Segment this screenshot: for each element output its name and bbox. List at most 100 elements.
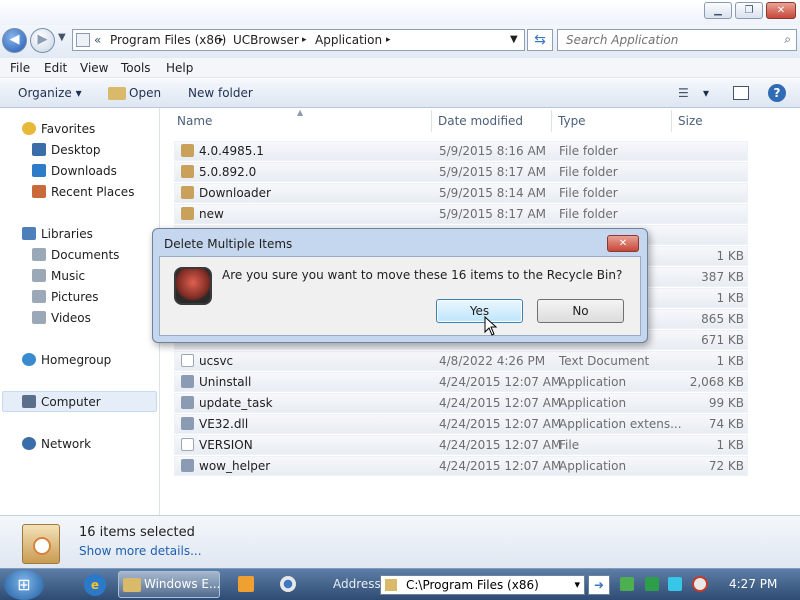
file-name: update_task: [199, 396, 273, 410]
no-button[interactable]: No: [537, 299, 624, 323]
music-icon: [32, 269, 46, 282]
menu-help[interactable]: Help: [166, 61, 193, 75]
breadcrumb-program-files[interactable]: Program Files (x86): [110, 33, 226, 47]
explorer-folder-icon: [123, 578, 141, 592]
file-size: 865 KB: [701, 312, 744, 326]
file-name: VERSION: [199, 438, 253, 452]
dialog-close-button[interactable]: ✕: [607, 235, 639, 252]
nav-pictures[interactable]: Pictures: [32, 290, 99, 304]
document-icon: [181, 438, 194, 451]
nav-favorites[interactable]: Favorites: [22, 122, 95, 136]
breadcrumb-separator-icon[interactable]: ▸: [302, 35, 307, 45]
file-row[interactable]: Downloader 5/9/2015 8:14 AM File folder: [174, 183, 748, 203]
internet-explorer-icon[interactable]: e: [84, 574, 106, 596]
file-row[interactable]: new 5/9/2015 8:17 AM File folder: [174, 204, 748, 224]
close-window-button[interactable]: ✕: [766, 2, 796, 19]
file-size: 1 KB: [716, 438, 744, 452]
file-date: 4/24/2015 12:07 AM: [439, 438, 562, 452]
file-date: 4/24/2015 12:07 AM: [439, 375, 562, 389]
file-size: 1 KB: [716, 354, 744, 368]
display-tray-icon[interactable]: [668, 577, 682, 591]
file-row[interactable]: VERSION 4/24/2015 12:07 AM File 1 KB: [174, 435, 748, 455]
taskbar-explorer-window[interactable]: Windows E...: [118, 571, 220, 598]
network-tray-icon[interactable]: [645, 577, 659, 591]
breadcrumb-separator-icon[interactable]: ▸: [386, 35, 391, 45]
menu-file[interactable]: File: [10, 61, 30, 75]
file-name: new: [199, 207, 224, 221]
media-player-icon[interactable]: [238, 576, 254, 592]
folder-location-icon: [76, 33, 90, 47]
file-name: Downloader: [199, 186, 271, 200]
taskbar-address-input[interactable]: C:\Program Files (x86) ▾: [380, 575, 585, 595]
menu-tools[interactable]: Tools: [121, 61, 151, 75]
column-divider: [431, 110, 432, 132]
nav-libraries[interactable]: Libraries: [22, 227, 93, 241]
file-row[interactable]: VE32.dll 4/24/2015 12:07 AM Application ex…: [174, 414, 748, 434]
minimize-button[interactable]: ▁: [704, 2, 732, 19]
address-dropdown-icon[interactable]: ▼: [510, 34, 518, 45]
address-bar[interactable]: « Program Files (x86) ▸ UCBrowser ▸ Appl…: [72, 29, 525, 51]
view-dropdown-icon[interactable]: ▾: [703, 86, 709, 100]
folder-icon: [181, 165, 194, 178]
column-header-size[interactable]: Size: [678, 114, 703, 128]
breadcrumb-overflow[interactable]: «: [94, 33, 101, 47]
file-row[interactable]: wow_helper 4/24/2015 12:07 AM Application 7…: [174, 456, 748, 476]
preview-pane-icon[interactable]: [733, 86, 749, 100]
file-row[interactable]: 4.0.4985.1 5/9/2015 8:16 AM File folder: [174, 141, 748, 161]
file-row[interactable]: 5.0.892.0 5/9/2015 8:17 AM File folder: [174, 162, 748, 182]
nav-recent-places[interactable]: Recent Places: [32, 185, 134, 199]
nav-music[interactable]: Music: [32, 269, 85, 283]
open-button[interactable]: Open: [129, 86, 161, 100]
show-more-details-link[interactable]: Show more details...: [79, 544, 202, 558]
back-button[interactable]: ◀: [2, 28, 27, 53]
file-name: ucsvc: [199, 354, 234, 368]
nav-homegroup[interactable]: Homegroup: [22, 353, 111, 367]
breadcrumb-application[interactable]: Application: [315, 33, 382, 47]
forward-button[interactable]: ▶: [30, 28, 55, 53]
file-row[interactable]: Uninstall 4/24/2015 12:07 AM Application 2,…: [174, 372, 748, 392]
videos-icon: [32, 311, 46, 324]
search-icon[interactable]: ⌕: [784, 32, 791, 47]
navigation-pane: Favorites Desktop Downloads Recent Place…: [0, 108, 160, 515]
address-dropdown-icon[interactable]: ▾: [574, 578, 580, 591]
file-type: Application extens...: [559, 417, 682, 431]
volume-tray-icon[interactable]: [692, 576, 708, 592]
view-options-icon[interactable]: ☰: [678, 86, 689, 100]
nav-network[interactable]: Network: [22, 437, 91, 451]
browser-taskbar-icon[interactable]: [280, 576, 296, 592]
column-header-date[interactable]: Date modified: [438, 114, 523, 128]
nav-computer[interactable]: Computer: [22, 395, 101, 409]
address-folder-icon: [385, 579, 397, 591]
nav-downloads[interactable]: Downloads: [32, 164, 117, 178]
organize-button[interactable]: Organize ▾: [18, 86, 82, 100]
nav-documents[interactable]: Documents: [32, 248, 119, 262]
help-icon[interactable]: ?: [768, 84, 786, 102]
nav-desktop[interactable]: Desktop: [32, 143, 101, 157]
file-row[interactable]: ucsvc 4/8/2022 4:26 PM Text Document 1 KB: [174, 351, 748, 371]
taskbar-clock[interactable]: 4:27 PM: [729, 577, 777, 591]
action-center-icon[interactable]: [620, 577, 634, 591]
yes-button[interactable]: Yes: [436, 299, 523, 323]
search-placeholder: Search Application: [566, 33, 679, 47]
column-header-name[interactable]: Name: [177, 114, 212, 128]
go-button[interactable]: ➜: [588, 575, 610, 595]
file-type: Application: [559, 459, 627, 473]
file-size: 99 KB: [708, 396, 744, 410]
start-button[interactable]: ⊞: [4, 570, 44, 600]
search-input[interactable]: Search Application ⌕: [557, 29, 797, 51]
recent-pages-chevron-icon[interactable]: ▼: [58, 32, 66, 43]
dialog-title: Delete Multiple Items: [164, 237, 293, 251]
maximize-button[interactable]: ❐: [735, 2, 763, 19]
breadcrumb-separator-icon[interactable]: ▸: [219, 35, 224, 45]
refresh-button[interactable]: ⇆: [527, 29, 553, 51]
menu-edit[interactable]: Edit: [44, 61, 67, 75]
new-folder-button[interactable]: New folder: [188, 86, 253, 100]
file-row[interactable]: update_task 4/24/2015 12:07 AM Application…: [174, 393, 748, 413]
breadcrumb-ucbrowser[interactable]: UCBrowser: [233, 33, 299, 47]
dialog-message: Are you sure you want to move these 16 i…: [222, 268, 623, 282]
column-header-type[interactable]: Type: [558, 114, 586, 128]
forward-arrow-icon: ▶: [37, 32, 48, 47]
menu-view[interactable]: View: [80, 61, 108, 75]
file-type: Application: [559, 396, 627, 410]
nav-videos[interactable]: Videos: [32, 311, 91, 325]
